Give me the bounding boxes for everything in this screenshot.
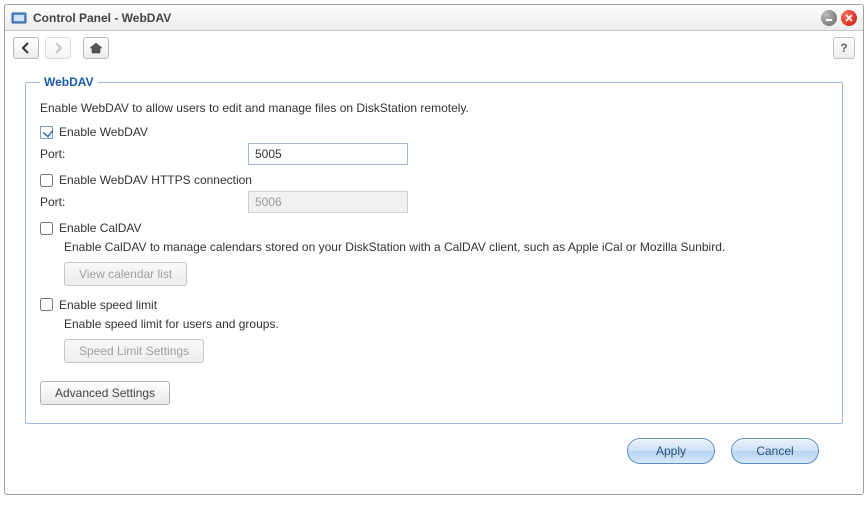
enable-caldav-label: Enable CalDAV bbox=[59, 221, 142, 235]
help-button[interactable]: ? bbox=[833, 37, 855, 59]
group-legend: WebDAV bbox=[40, 75, 98, 89]
close-button[interactable] bbox=[841, 10, 857, 26]
titlebar: Control Panel - WebDAV bbox=[5, 5, 863, 31]
https-port-input bbox=[248, 191, 408, 213]
https-port-row: Port: bbox=[40, 191, 828, 213]
enable-speed-limit-checkbox[interactable] bbox=[40, 298, 53, 311]
cancel-button[interactable]: Cancel bbox=[731, 438, 819, 464]
minimize-button[interactable] bbox=[821, 10, 837, 26]
enable-https-row: Enable WebDAV HTTPS connection bbox=[40, 173, 828, 187]
https-port-label: Port: bbox=[40, 195, 248, 209]
enable-speed-limit-label: Enable speed limit bbox=[59, 298, 157, 312]
webdav-port-row: Port: bbox=[40, 143, 828, 165]
advanced-settings-button[interactable]: Advanced Settings bbox=[40, 381, 170, 405]
footer: Apply Cancel bbox=[25, 424, 843, 478]
forward-button[interactable] bbox=[45, 37, 71, 59]
speed-limit-description: Enable speed limit for users and groups. bbox=[64, 316, 828, 333]
apply-button[interactable]: Apply bbox=[627, 438, 715, 464]
enable-speed-limit-row: Enable speed limit bbox=[40, 298, 828, 312]
webdav-group: WebDAV Enable WebDAV to allow users to e… bbox=[25, 75, 843, 424]
enable-https-label: Enable WebDAV HTTPS connection bbox=[59, 173, 252, 187]
enable-https-checkbox[interactable] bbox=[40, 174, 53, 187]
control-panel-icon bbox=[11, 10, 27, 26]
speed-limit-settings-button[interactable]: Speed Limit Settings bbox=[64, 339, 204, 363]
enable-webdav-label: Enable WebDAV bbox=[59, 125, 148, 139]
content-area: WebDAV Enable WebDAV to allow users to e… bbox=[5, 65, 863, 494]
window: Control Panel - WebDAV ? WebDAV Enable W… bbox=[4, 4, 864, 495]
webdav-port-input[interactable] bbox=[248, 143, 408, 165]
caldav-description: Enable CalDAV to manage calendars stored… bbox=[64, 239, 828, 256]
group-description: Enable WebDAV to allow users to edit and… bbox=[40, 101, 828, 115]
toolbar: ? bbox=[5, 31, 863, 65]
window-title: Control Panel - WebDAV bbox=[33, 11, 817, 25]
enable-webdav-row: Enable WebDAV bbox=[40, 125, 828, 139]
enable-caldav-checkbox[interactable] bbox=[40, 222, 53, 235]
home-button[interactable] bbox=[83, 37, 109, 59]
view-calendar-list-button[interactable]: View calendar list bbox=[64, 262, 187, 286]
enable-webdav-checkbox[interactable] bbox=[40, 126, 53, 139]
back-button[interactable] bbox=[13, 37, 39, 59]
enable-caldav-row: Enable CalDAV bbox=[40, 221, 828, 235]
webdav-port-label: Port: bbox=[40, 147, 248, 161]
